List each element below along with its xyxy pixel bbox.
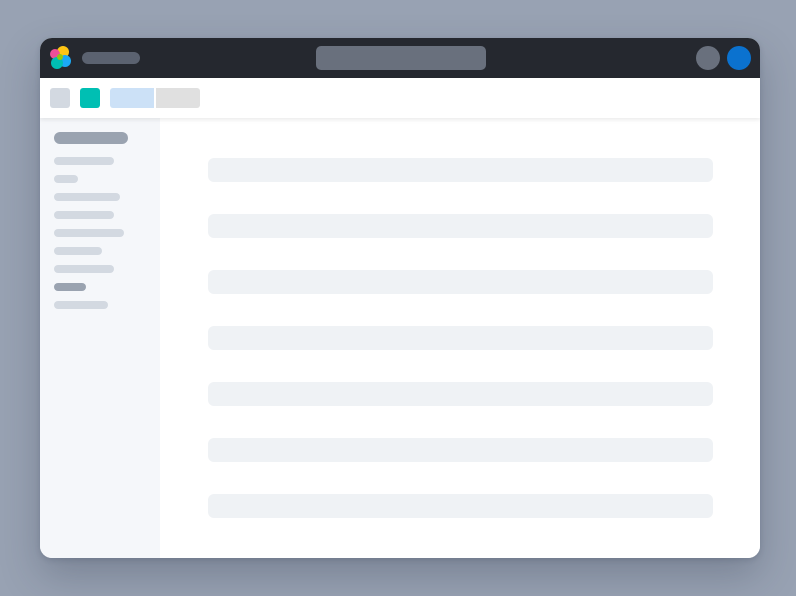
list-item[interactable] (208, 438, 713, 462)
space-icon[interactable] (80, 88, 100, 108)
sidebar (40, 118, 161, 558)
user-avatar[interactable] (727, 46, 751, 70)
sidebar-item-1[interactable] (54, 157, 114, 165)
app-window (40, 38, 760, 558)
sidebar-item-4[interactable] (54, 211, 114, 219)
search-input[interactable] (316, 46, 486, 70)
sidebar-heading (54, 132, 128, 144)
sidebar-item-5[interactable] (54, 229, 124, 237)
sidebar-item-active[interactable] (54, 283, 86, 291)
app-title (82, 52, 140, 64)
sidebar-item-3[interactable] (54, 193, 120, 201)
list-item[interactable] (208, 382, 713, 406)
list-item[interactable] (208, 214, 713, 238)
list-item[interactable] (208, 270, 713, 294)
list-item[interactable] (208, 158, 713, 182)
help-icon[interactable] (696, 46, 720, 70)
menu-icon[interactable] (50, 88, 70, 108)
main-content (160, 118, 760, 558)
sidebar-item-9[interactable] (54, 301, 108, 309)
breadcrumb-item-2[interactable] (156, 88, 200, 108)
list-item[interactable] (208, 494, 713, 518)
sidebar-item-6[interactable] (54, 247, 102, 255)
toolbar (40, 78, 760, 118)
sidebar-item-2[interactable] (54, 175, 78, 183)
elastic-logo-icon[interactable] (48, 45, 72, 71)
sidebar-item-7[interactable] (54, 265, 114, 273)
title-bar (40, 38, 760, 78)
list-item[interactable] (208, 326, 713, 350)
breadcrumb-item-1[interactable] (110, 88, 154, 108)
